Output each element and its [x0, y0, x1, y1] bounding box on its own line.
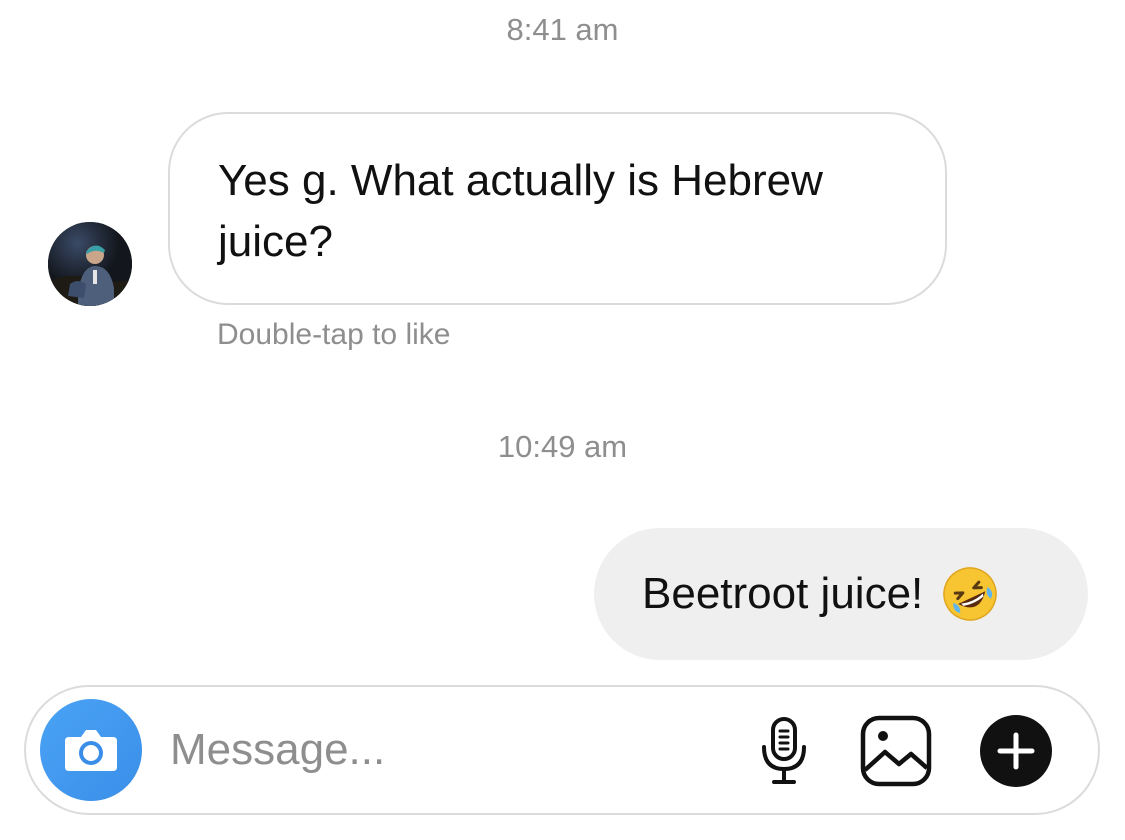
- message-composer: [24, 685, 1100, 815]
- plus-circle-icon: [980, 715, 1052, 787]
- sender-avatar[interactable]: [48, 222, 132, 306]
- dm-thread-screen: 8:41 am Yes g. What actually is Hebrew j…: [0, 0, 1125, 840]
- gallery-icon: [860, 715, 932, 787]
- camera-icon: [65, 730, 117, 771]
- incoming-message-bubble[interactable]: Yes g. What actually is Hebrew juice?: [168, 112, 947, 305]
- microphone-icon: [762, 717, 806, 784]
- message-input[interactable]: [170, 717, 730, 783]
- message-timestamp: 8:41 am: [506, 12, 619, 47]
- voice-message-button[interactable]: [746, 713, 822, 789]
- message-timestamp: 10:49 am: [497, 429, 628, 464]
- gallery-button[interactable]: [858, 713, 934, 789]
- rolling-on-floor-laughing-emoji-icon: [941, 565, 999, 623]
- outgoing-message-text: Beetroot juice!: [642, 569, 924, 618]
- outgoing-message-bubble[interactable]: Beetroot juice!: [594, 528, 1088, 660]
- avatar-photo: [48, 222, 132, 306]
- incoming-message-text: Yes g. What actually is Hebrew juice?: [218, 156, 823, 266]
- double-tap-hint: Double-tap to like: [217, 318, 451, 351]
- camera-button[interactable]: [40, 699, 142, 801]
- more-options-button[interactable]: [978, 713, 1054, 789]
